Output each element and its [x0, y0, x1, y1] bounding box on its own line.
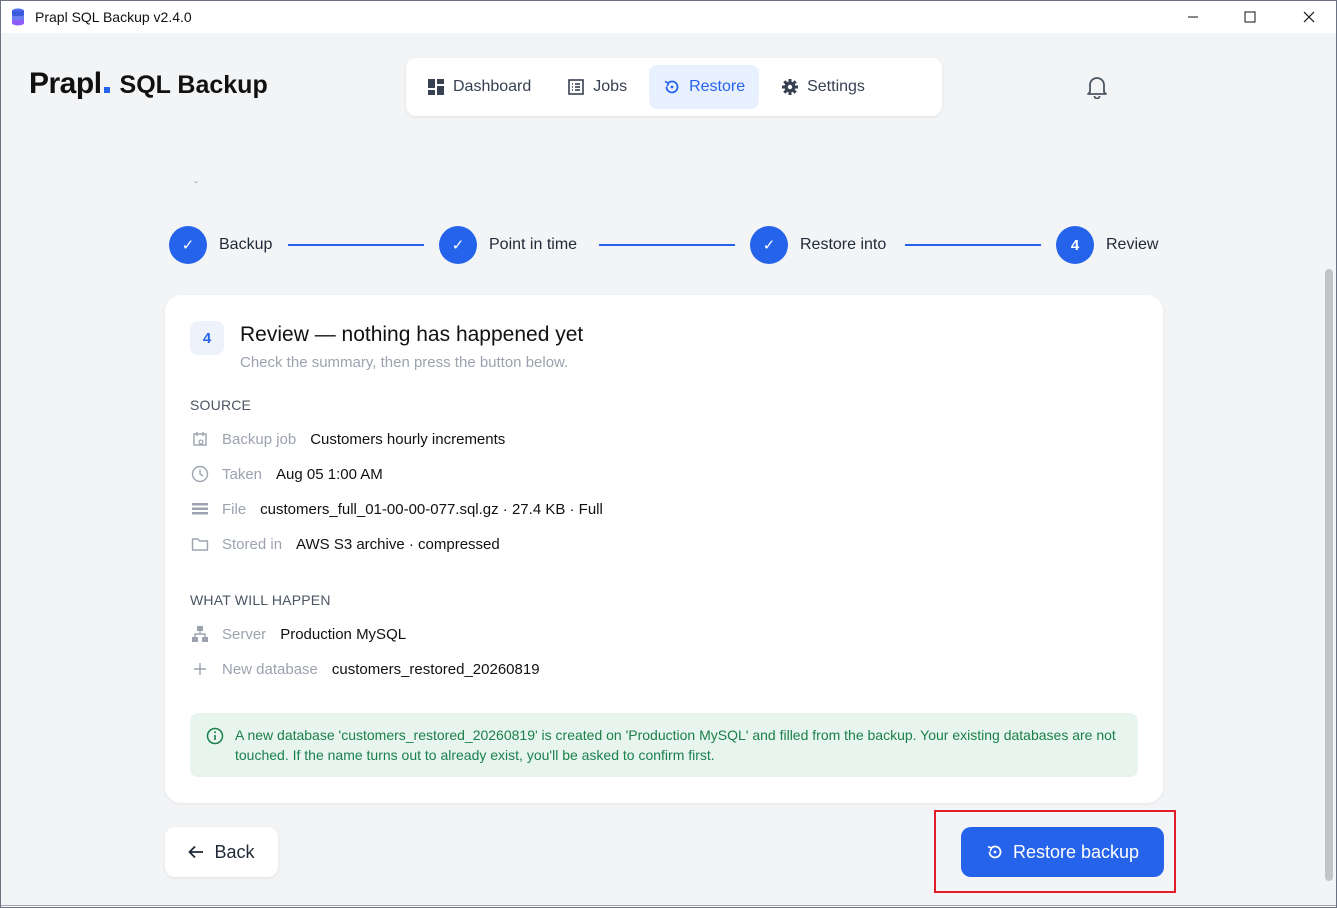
step-point-in-time: ✓ Point in time: [439, 226, 577, 264]
summary-row-new-database: New database customers_restored_20260819: [190, 659, 540, 679]
minimize-button[interactable]: [1170, 1, 1216, 33]
restore-button-label: Restore backup: [1012, 841, 1140, 862]
nav-label: Settings: [807, 78, 865, 95]
row-value: customers_restored_20260819: [331, 660, 540, 678]
clock-icon: [190, 464, 210, 484]
brand: Prapl SQL Backup: [29, 67, 268, 101]
step-label: Point in time: [489, 236, 578, 253]
nav-restore[interactable]: Restore: [649, 65, 760, 109]
step-number: 4: [1056, 226, 1094, 264]
nav-settings[interactable]: Settings: [767, 65, 879, 109]
summary-row-file: File customers_full_01-00-00-077.sql.gz …: [190, 499, 603, 519]
server-icon: [190, 624, 210, 644]
brand-dot: [103, 87, 110, 93]
step-check-icon: ✓: [439, 226, 477, 264]
close-button[interactable]: [1286, 1, 1332, 33]
folder-icon: [190, 534, 210, 554]
brand-product: SQL Backup: [119, 71, 268, 99]
page-title: Review — nothing has happened yet: [240, 323, 584, 346]
nav-dashboard[interactable]: Dashboard: [413, 65, 545, 109]
row-label: Stored in: [222, 535, 283, 553]
summary-row-stored-in: Stored in AWS S3 archive · compressed: [190, 534, 500, 554]
restore-icon: [987, 845, 1002, 859]
restore-backup-button[interactable]: Restore backup: [961, 827, 1164, 877]
main-nav: Dashboard Jobs Restore Settings: [406, 58, 942, 116]
scrollbar-thumb[interactable]: [1325, 269, 1333, 881]
maximize-button[interactable]: [1227, 1, 1273, 33]
step-backup: ✓ Backup: [169, 226, 272, 264]
brand-logo: Prapl: [29, 67, 102, 100]
step-check-icon: ✓: [750, 226, 788, 264]
info-notice: A new database 'customers_restored_20260…: [190, 713, 1138, 777]
step-connector: [288, 244, 424, 246]
row-value: AWS S3 archive · compressed: [296, 535, 500, 553]
step-label: Backup: [219, 236, 273, 253]
calendar-icon: [190, 429, 210, 449]
row-label: New database: [222, 660, 318, 678]
row-label: Server: [222, 625, 267, 643]
summary-row-server: Server Production MySQL: [190, 624, 406, 644]
nav-jobs[interactable]: Jobs: [553, 65, 641, 109]
row-value: Production MySQL: [280, 625, 407, 643]
app-database-icon: [12, 8, 24, 26]
dashboard-icon: [428, 79, 444, 95]
arrow-left-icon: [188, 845, 204, 859]
nav-label: Jobs: [593, 78, 628, 95]
review-card: 4 Review — nothing has happened yet Chec…: [165, 295, 1163, 803]
back-button[interactable]: Back: [165, 827, 278, 877]
bell-icon: [1087, 77, 1107, 100]
app-window: Prapl SQL Backup v2.4.0 Prapl SQL Backup…: [0, 0, 1337, 908]
step-label: Review: [1106, 236, 1159, 253]
step-connector: [599, 244, 735, 246]
scroll-artifact-icon: ˇ: [194, 179, 198, 193]
nav-label: Dashboard: [453, 78, 532, 95]
maximize-icon: [1244, 11, 1256, 23]
row-value: customers_full_01-00-00-077.sql.gz · 27.…: [260, 500, 603, 518]
summary-row-backup-job: Backup job Customers hourly increments: [190, 429, 505, 449]
section-heading-what-will-happen: WHAT WILL HAPPEN: [190, 592, 331, 608]
notice-text: A new database 'customers_restored_20260…: [235, 727, 1116, 763]
summary-row-taken: Taken Aug 05 1:00 AM: [190, 464, 383, 484]
row-value: Aug 05 1:00 AM: [276, 465, 383, 483]
jobs-icon: [568, 79, 585, 95]
section-heading-source: SOURCE: [190, 397, 252, 413]
restore-icon: [664, 80, 679, 94]
back-button-label: Back: [214, 841, 255, 862]
gear-icon: [782, 79, 799, 95]
plus-icon: [190, 659, 210, 679]
step-review: 4 Review: [1056, 226, 1158, 264]
file-list-icon: [190, 499, 210, 519]
row-label: File: [222, 500, 247, 518]
step-connector: [905, 244, 1041, 246]
title-bar: Prapl SQL Backup v2.4.0: [1, 1, 1336, 33]
row-label: Taken: [222, 465, 263, 483]
step-check-icon: ✓: [169, 226, 207, 264]
nav-label: Restore: [689, 78, 746, 95]
window-title: Prapl SQL Backup v2.4.0: [35, 9, 192, 25]
minimize-icon: [1188, 16, 1198, 18]
row-value: Customers hourly increments: [310, 430, 506, 448]
step-badge: 4: [190, 321, 224, 355]
step-restore-into: ✓ Restore into: [750, 226, 886, 264]
close-icon: [1303, 11, 1315, 23]
page-subtitle: Check the summary, then press the button…: [240, 354, 569, 371]
row-label: Backup job: [222, 430, 297, 448]
notifications-button[interactable]: [1086, 75, 1108, 104]
step-label: Restore into: [800, 236, 887, 253]
info-icon: [206, 727, 224, 745]
